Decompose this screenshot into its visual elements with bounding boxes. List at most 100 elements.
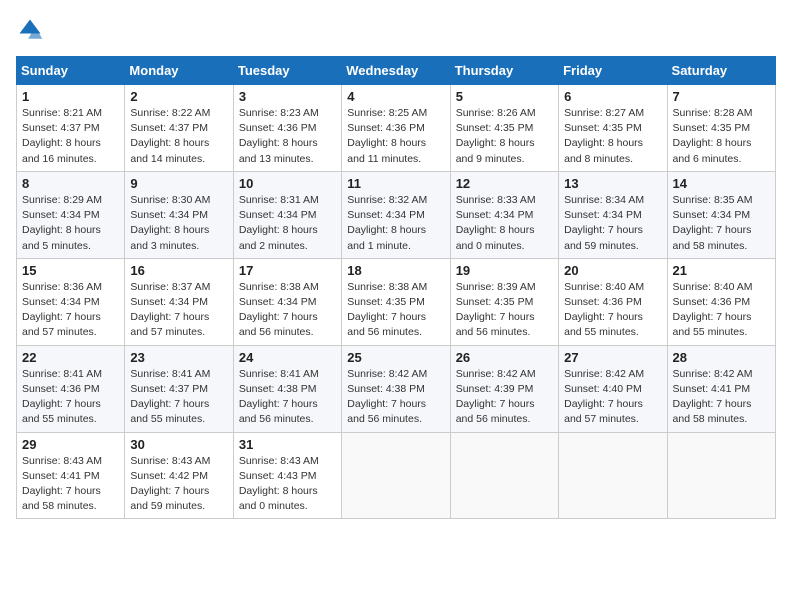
- calendar-cell: 25 Sunrise: 8:42 AMSunset: 4:38 PMDayligh…: [342, 345, 450, 432]
- day-number: 6: [564, 89, 661, 104]
- day-detail: Sunrise: 8:28 AMSunset: 4:35 PMDaylight:…: [673, 106, 770, 167]
- day-number: 8: [22, 176, 119, 191]
- calendar-cell: 15 Sunrise: 8:36 AMSunset: 4:34 PMDayligh…: [17, 258, 125, 345]
- calendar-cell: 20Sunrise: 8:40 AMSunset: 4:36 PMDayligh…: [559, 258, 667, 345]
- calendar-cell: 27 Sunrise: 8:42 AMSunset: 4:40 PMDayligh…: [559, 345, 667, 432]
- calendar-cell: 3 Sunrise: 8:23 AMSunset: 4:36 PMDaylight…: [233, 85, 341, 172]
- calendar-cell: 11 Sunrise: 8:32 AMSunset: 4:34 PMDayligh…: [342, 171, 450, 258]
- calendar-cell: 9 Sunrise: 8:30 AMSunset: 4:34 PMDaylight…: [125, 171, 233, 258]
- day-detail: Sunrise: 8:39 AMSunset: 4:35 PMDaylight:…: [456, 280, 553, 341]
- day-header-sunday: Sunday: [17, 57, 125, 85]
- calendar-cell: 22Sunrise: 8:41 AMSunset: 4:36 PMDayligh…: [17, 345, 125, 432]
- day-header-thursday: Thursday: [450, 57, 558, 85]
- day-header-monday: Monday: [125, 57, 233, 85]
- day-detail: Sunrise: 8:42 AMSunset: 4:38 PMDaylight:…: [347, 367, 444, 428]
- day-number: 26: [456, 350, 553, 365]
- calendar-cell: 12 Sunrise: 8:33 AMSunset: 4:34 PMDayligh…: [450, 171, 558, 258]
- calendar-cell: 17 Sunrise: 8:38 AMSunset: 4:34 PMDayligh…: [233, 258, 341, 345]
- day-detail: Sunrise: 8:38 AMSunset: 4:34 PMDaylight:…: [239, 280, 336, 341]
- day-detail: Sunrise: 8:25 AMSunset: 4:36 PMDaylight:…: [347, 106, 444, 167]
- day-detail: Sunrise: 8:38 AMSunset: 4:35 PMDaylight:…: [347, 280, 444, 341]
- day-number: 23: [130, 350, 227, 365]
- day-detail: Sunrise: 8:43 AMSunset: 4:42 PMDaylight:…: [130, 454, 227, 515]
- calendar-cell: [667, 432, 775, 519]
- calendar-cell: 26 Sunrise: 8:42 AMSunset: 4:39 PMDayligh…: [450, 345, 558, 432]
- day-number: 25: [347, 350, 444, 365]
- day-number: 15: [22, 263, 119, 278]
- calendar-week-4: 22Sunrise: 8:41 AMSunset: 4:36 PMDayligh…: [17, 345, 776, 432]
- day-number: 10: [239, 176, 336, 191]
- day-number: 31: [239, 437, 336, 452]
- day-number: 1: [22, 89, 119, 104]
- calendar-cell: 1 Sunrise: 8:21 AMSunset: 4:37 PMDaylight…: [17, 85, 125, 172]
- day-header-saturday: Saturday: [667, 57, 775, 85]
- day-number: 30: [130, 437, 227, 452]
- day-number: 9: [130, 176, 227, 191]
- day-detail: Sunrise: 8:41 AMSunset: 4:36 PMDaylight:…: [22, 367, 119, 428]
- calendar-week-1: 1 Sunrise: 8:21 AMSunset: 4:37 PMDaylight…: [17, 85, 776, 172]
- calendar-cell: 8 Sunrise: 8:29 AMSunset: 4:34 PMDaylight…: [17, 171, 125, 258]
- calendar-cell: [342, 432, 450, 519]
- day-detail: Sunrise: 8:35 AMSunset: 4:34 PMDaylight:…: [673, 193, 770, 254]
- day-detail: Sunrise: 8:42 AMSunset: 4:41 PMDaylight:…: [673, 367, 770, 428]
- day-detail: Sunrise: 8:32 AMSunset: 4:34 PMDaylight:…: [347, 193, 444, 254]
- calendar-cell: 13Sunrise: 8:34 AMSunset: 4:34 PMDayligh…: [559, 171, 667, 258]
- calendar-cell: 14 Sunrise: 8:35 AMSunset: 4:34 PMDayligh…: [667, 171, 775, 258]
- day-number: 17: [239, 263, 336, 278]
- calendar-cell: [559, 432, 667, 519]
- calendar-cell: 31 Sunrise: 8:43 AMSunset: 4:43 PMDayligh…: [233, 432, 341, 519]
- day-header-friday: Friday: [559, 57, 667, 85]
- calendar-cell: 23 Sunrise: 8:41 AMSunset: 4:37 PMDayligh…: [125, 345, 233, 432]
- day-number: 3: [239, 89, 336, 104]
- day-detail: Sunrise: 8:40 AMSunset: 4:36 PMDaylight:…: [673, 280, 770, 341]
- day-detail: Sunrise: 8:42 AMSunset: 4:40 PMDaylight:…: [564, 367, 661, 428]
- calendar-cell: [450, 432, 558, 519]
- calendar-cell: 4Sunrise: 8:25 AMSunset: 4:36 PMDaylight…: [342, 85, 450, 172]
- day-number: 29: [22, 437, 119, 452]
- calendar-cell: 28 Sunrise: 8:42 AMSunset: 4:41 PMDayligh…: [667, 345, 775, 432]
- day-detail: Sunrise: 8:30 AMSunset: 4:34 PMDaylight:…: [130, 193, 227, 254]
- day-detail: Sunrise: 8:21 AMSunset: 4:37 PMDaylight:…: [22, 106, 119, 167]
- day-detail: Sunrise: 8:33 AMSunset: 4:34 PMDaylight:…: [456, 193, 553, 254]
- day-detail: Sunrise: 8:27 AMSunset: 4:35 PMDaylight:…: [564, 106, 661, 167]
- calendar-cell: 29 Sunrise: 8:43 AMSunset: 4:41 PMDayligh…: [17, 432, 125, 519]
- day-detail: Sunrise: 8:31 AMSunset: 4:34 PMDaylight:…: [239, 193, 336, 254]
- calendar-cell: 6 Sunrise: 8:27 AMSunset: 4:35 PMDaylight…: [559, 85, 667, 172]
- day-number: 24: [239, 350, 336, 365]
- day-detail: Sunrise: 8:37 AMSunset: 4:34 PMDaylight:…: [130, 280, 227, 341]
- calendar-cell: 18 Sunrise: 8:38 AMSunset: 4:35 PMDayligh…: [342, 258, 450, 345]
- day-detail: Sunrise: 8:41 AMSunset: 4:37 PMDaylight:…: [130, 367, 227, 428]
- day-number: 11: [347, 176, 444, 191]
- day-header-tuesday: Tuesday: [233, 57, 341, 85]
- day-detail: Sunrise: 8:29 AMSunset: 4:34 PMDaylight:…: [22, 193, 119, 254]
- day-number: 14: [673, 176, 770, 191]
- calendar-cell: 21 Sunrise: 8:40 AMSunset: 4:36 PMDayligh…: [667, 258, 775, 345]
- calendar-week-5: 29 Sunrise: 8:43 AMSunset: 4:41 PMDayligh…: [17, 432, 776, 519]
- calendar-header-row: SundayMondayTuesdayWednesdayThursdayFrid…: [17, 57, 776, 85]
- logo: [16, 16, 48, 44]
- day-detail: Sunrise: 8:42 AMSunset: 4:39 PMDaylight:…: [456, 367, 553, 428]
- day-detail: Sunrise: 8:23 AMSunset: 4:36 PMDaylight:…: [239, 106, 336, 167]
- day-detail: Sunrise: 8:22 AMSunset: 4:37 PMDaylight:…: [130, 106, 227, 167]
- calendar-cell: 16 Sunrise: 8:37 AMSunset: 4:34 PMDayligh…: [125, 258, 233, 345]
- calendar-cell: 10 Sunrise: 8:31 AMSunset: 4:34 PMDayligh…: [233, 171, 341, 258]
- day-number: 12: [456, 176, 553, 191]
- day-number: 28: [673, 350, 770, 365]
- day-number: 13: [564, 176, 661, 191]
- day-detail: Sunrise: 8:36 AMSunset: 4:34 PMDaylight:…: [22, 280, 119, 341]
- calendar-cell: 2Sunrise: 8:22 AMSunset: 4:37 PMDaylight…: [125, 85, 233, 172]
- day-detail: Sunrise: 8:43 AMSunset: 4:41 PMDaylight:…: [22, 454, 119, 515]
- day-detail: Sunrise: 8:41 AMSunset: 4:38 PMDaylight:…: [239, 367, 336, 428]
- logo-icon: [16, 16, 44, 44]
- calendar-week-2: 8 Sunrise: 8:29 AMSunset: 4:34 PMDaylight…: [17, 171, 776, 258]
- day-detail: Sunrise: 8:40 AMSunset: 4:36 PMDaylight:…: [564, 280, 661, 341]
- day-number: 21: [673, 263, 770, 278]
- calendar-week-3: 15 Sunrise: 8:36 AMSunset: 4:34 PMDayligh…: [17, 258, 776, 345]
- day-number: 18: [347, 263, 444, 278]
- calendar-cell: 24 Sunrise: 8:41 AMSunset: 4:38 PMDayligh…: [233, 345, 341, 432]
- day-number: 7: [673, 89, 770, 104]
- day-detail: Sunrise: 8:43 AMSunset: 4:43 PMDaylight:…: [239, 454, 336, 515]
- calendar-cell: 5Sunrise: 8:26 AMSunset: 4:35 PMDaylight…: [450, 85, 558, 172]
- day-number: 27: [564, 350, 661, 365]
- day-number: 16: [130, 263, 227, 278]
